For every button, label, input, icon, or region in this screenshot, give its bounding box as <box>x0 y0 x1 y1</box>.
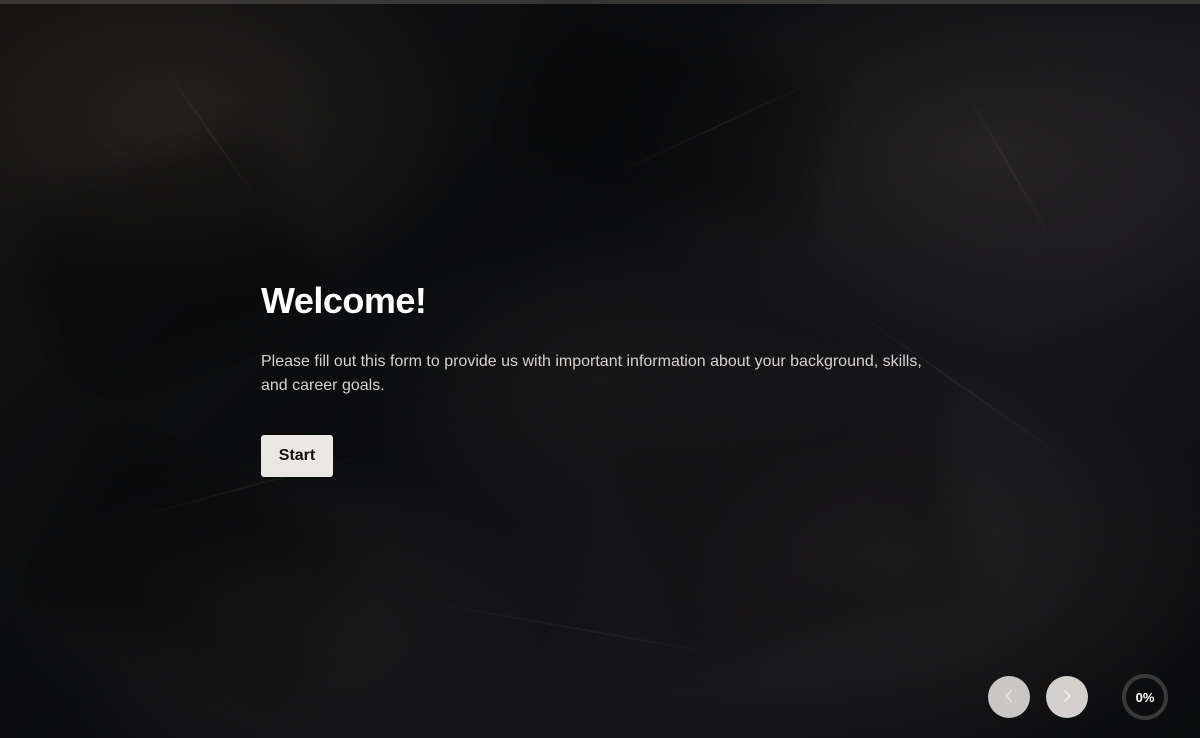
form-background: Welcome! Please fill out this form to pr… <box>0 0 1200 738</box>
chevron-right-icon <box>1059 688 1075 707</box>
welcome-title: Welcome! <box>261 280 427 321</box>
paper-crease <box>959 80 1061 255</box>
welcome-description: Please fill out this form to provide us … <box>261 353 922 394</box>
start-button[interactable]: Start <box>261 435 333 477</box>
top-progress-bar <box>0 0 1200 4</box>
previous-button[interactable] <box>988 676 1030 718</box>
progress-percentage: 0% <box>1135 689 1155 705</box>
welcome-screen: Welcome! Please fill out this form to pr… <box>261 278 961 398</box>
chevron-left-icon <box>1001 688 1017 707</box>
next-button[interactable] <box>1046 676 1088 718</box>
paper-shadow <box>504 3 836 237</box>
progress-indicator: 0% <box>1120 672 1170 722</box>
paper-shadow <box>620 389 980 671</box>
